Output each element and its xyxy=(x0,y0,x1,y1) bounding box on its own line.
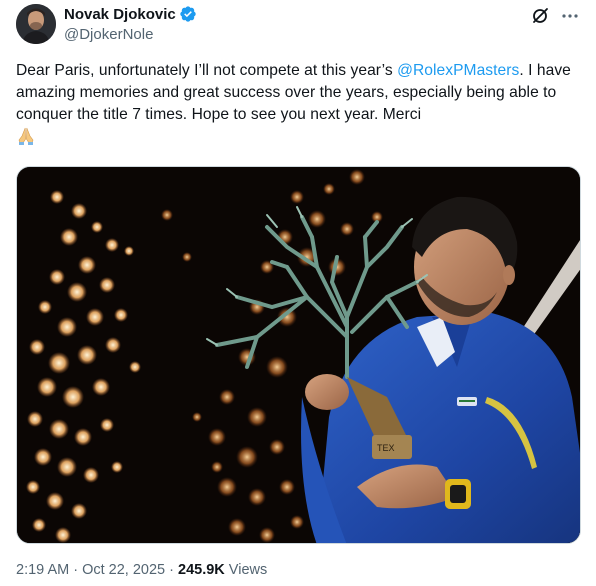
tweet-time[interactable]: 2:19 AM xyxy=(16,562,69,578)
meta-separator: · xyxy=(69,562,83,578)
grok-icon[interactable] xyxy=(530,6,550,26)
tweet-meta: 2:19 AM · Oct 22, 2025 · 245.9K Views xyxy=(16,562,267,578)
tweet-header: Novak Djokovic @DjokerNole xyxy=(16,4,580,46)
display-name[interactable]: Novak Djokovic xyxy=(64,6,176,23)
photo-trophy-kiss: TEX xyxy=(17,167,580,543)
folded-hands-emoji xyxy=(16,126,36,153)
avatar[interactable] xyxy=(16,4,56,44)
tweet-photo[interactable]: TEX xyxy=(16,166,581,544)
display-name-row: Novak Djokovic xyxy=(64,4,197,24)
tweet-text-part-1: Dear Paris, unfortunately I’ll not compe… xyxy=(16,62,398,79)
more-options-icon[interactable] xyxy=(560,6,580,26)
verified-badge-icon xyxy=(179,5,197,23)
mention-link[interactable]: @RolexPMasters xyxy=(397,62,519,79)
handle[interactable]: @DjokerNole xyxy=(64,26,197,43)
author-info: Novak Djokovic @DjokerNole xyxy=(64,4,197,43)
tweet-text: Dear Paris, unfortunately I’ll not compe… xyxy=(16,60,582,153)
meta-separator-2: · xyxy=(165,562,179,578)
header-actions xyxy=(530,6,580,26)
views-label: Views xyxy=(224,562,268,578)
tweet: Novak Djokovic @DjokerNole Dear Paris, u… xyxy=(0,0,596,586)
svg-text:TEX: TEX xyxy=(377,443,395,453)
views-count[interactable]: 245.9K xyxy=(178,562,225,578)
tweet-date[interactable]: Oct 22, 2025 xyxy=(82,562,165,578)
